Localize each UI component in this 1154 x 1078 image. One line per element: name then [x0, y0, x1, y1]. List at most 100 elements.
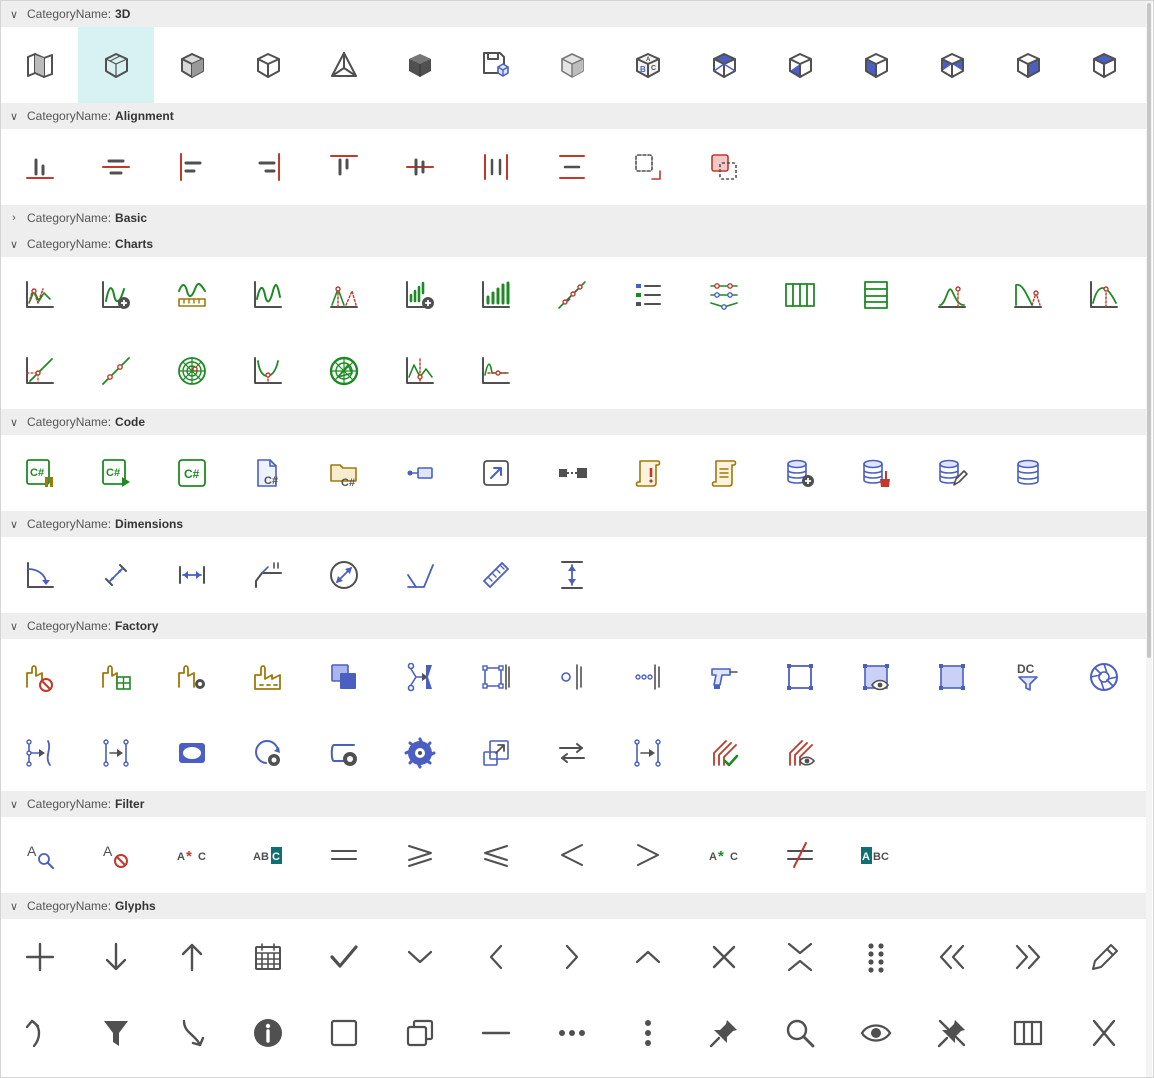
icon-tile[interactable]: [154, 27, 230, 103]
icon-tile[interactable]: [230, 715, 306, 791]
icon-tile[interactable]: [534, 129, 610, 205]
category-header-filter[interactable]: ∨ CategoryName: Filter: [1, 791, 1147, 817]
icon-tile[interactable]: [762, 639, 838, 715]
icon-tile[interactable]: [610, 995, 686, 1071]
icon-tile[interactable]: [610, 257, 686, 333]
icon-tile[interactable]: [914, 639, 990, 715]
chevron-down-icon[interactable]: ∨: [1, 416, 27, 429]
icon-tile[interactable]: [2, 995, 78, 1071]
icon-tile[interactable]: [686, 919, 762, 995]
icon-tile[interactable]: [686, 257, 762, 333]
icon-tile[interactable]: [610, 715, 686, 791]
icon-tile[interactable]: A * C: [686, 817, 762, 893]
icon-tile[interactable]: [762, 435, 838, 511]
icon-tile[interactable]: [306, 333, 382, 409]
icon-tile[interactable]: [458, 27, 534, 103]
icon-tile[interactable]: C#: [78, 435, 154, 511]
category-header-alignment[interactable]: ∨ CategoryName: Alignment: [1, 103, 1147, 129]
icon-tile[interactable]: [762, 27, 838, 103]
icon-tile[interactable]: [382, 257, 458, 333]
icon-tile[interactable]: [610, 817, 686, 893]
icon-tile[interactable]: [914, 257, 990, 333]
icon-tile[interactable]: [230, 257, 306, 333]
icon-tile[interactable]: [306, 639, 382, 715]
chevron-down-icon[interactable]: ∨: [1, 798, 27, 811]
icon-tile[interactable]: [1066, 639, 1142, 715]
chevron-down-icon[interactable]: ∨: [1, 110, 27, 123]
icon-tile[interactable]: [2, 257, 78, 333]
icon-tile[interactable]: [838, 435, 914, 511]
icon-tile[interactable]: [458, 715, 534, 791]
icon-tile[interactable]: [1066, 27, 1142, 103]
icon-tile[interactable]: [534, 715, 610, 791]
scrollbar-thumb[interactable]: [1147, 3, 1151, 658]
chevron-down-icon[interactable]: ∨: [1, 620, 27, 633]
icon-tile[interactable]: [686, 129, 762, 205]
icon-tile[interactable]: [78, 537, 154, 613]
icon-tile[interactable]: [990, 257, 1066, 333]
chevron-down-icon[interactable]: ∨: [1, 518, 27, 531]
icon-tile[interactable]: [382, 817, 458, 893]
icon-tile[interactable]: [610, 435, 686, 511]
icon-tile[interactable]: [78, 129, 154, 205]
icon-tile[interactable]: [458, 817, 534, 893]
icon-tile[interactable]: [382, 715, 458, 791]
icon-tile[interactable]: [230, 333, 306, 409]
icon-tile[interactable]: [534, 919, 610, 995]
icon-tile[interactable]: [230, 995, 306, 1071]
icon-tile[interactable]: [2, 27, 78, 103]
icon-tile[interactable]: [78, 995, 154, 1071]
icon-tile[interactable]: [458, 435, 534, 511]
icon-tile[interactable]: [534, 817, 610, 893]
icon-tile[interactable]: [914, 435, 990, 511]
icon-tile[interactable]: [78, 257, 154, 333]
icon-tile[interactable]: [458, 129, 534, 205]
icon-tile[interactable]: C#: [230, 435, 306, 511]
icon-tile[interactable]: [154, 639, 230, 715]
icon-tile[interactable]: [838, 639, 914, 715]
category-header-basic[interactable]: › CategoryName: Basic: [1, 205, 1147, 231]
icon-tile[interactable]: [306, 995, 382, 1071]
category-header-charts[interactable]: ∨ CategoryName: Charts: [1, 231, 1147, 257]
icon-tile[interactable]: [686, 715, 762, 791]
icon-tile[interactable]: [990, 919, 1066, 995]
icon-tile[interactable]: [458, 639, 534, 715]
icon-tile[interactable]: [2, 919, 78, 995]
icon-tile[interactable]: [230, 639, 306, 715]
icon-tile[interactable]: [534, 435, 610, 511]
icon-tile[interactable]: [78, 27, 154, 103]
icon-tile[interactable]: [382, 537, 458, 613]
chevron-down-icon[interactable]: ∨: [1, 8, 27, 21]
icon-tile[interactable]: C#: [2, 435, 78, 511]
icon-tile[interactable]: [534, 27, 610, 103]
icon-tile[interactable]: [78, 715, 154, 791]
icon-tile[interactable]: [2, 537, 78, 613]
icon-tile[interactable]: [610, 129, 686, 205]
icon-tile[interactable]: [458, 257, 534, 333]
icon-tile[interactable]: [2, 715, 78, 791]
icon-tile[interactable]: [838, 257, 914, 333]
icon-tile[interactable]: [686, 995, 762, 1071]
icon-tile[interactable]: [230, 919, 306, 995]
icon-tile[interactable]: [458, 919, 534, 995]
icon-tile[interactable]: [534, 639, 610, 715]
chevron-down-icon[interactable]: ∨: [1, 238, 27, 251]
icon-tile[interactable]: [762, 995, 838, 1071]
icon-tile[interactable]: A: [2, 817, 78, 893]
icon-tile[interactable]: [762, 919, 838, 995]
icon-tile[interactable]: [686, 639, 762, 715]
icon-tile[interactable]: [154, 995, 230, 1071]
chevron-right-icon[interactable]: ›: [1, 212, 27, 224]
icon-tile[interactable]: A * C: [154, 817, 230, 893]
icon-tile[interactable]: [230, 27, 306, 103]
icon-tile[interactable]: [990, 995, 1066, 1071]
icon-tile[interactable]: [2, 639, 78, 715]
icon-tile[interactable]: [914, 995, 990, 1071]
icon-tile[interactable]: A: [78, 817, 154, 893]
icon-tile[interactable]: [2, 129, 78, 205]
icon-tile[interactable]: [534, 537, 610, 613]
category-header-dimensions[interactable]: ∨ CategoryName: Dimensions: [1, 511, 1147, 537]
icon-tile[interactable]: [78, 919, 154, 995]
icon-tile[interactable]: [78, 333, 154, 409]
icon-tile[interactable]: [154, 257, 230, 333]
